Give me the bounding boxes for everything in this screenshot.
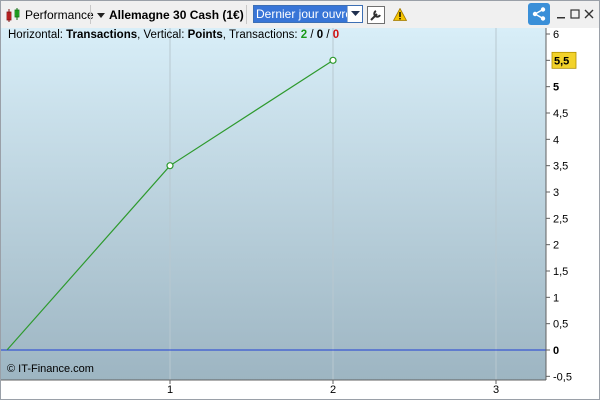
horizontal-value: Transactions [66, 29, 138, 41]
vertical-value: Points [187, 29, 223, 41]
y-tick-label: 2,5 [553, 213, 568, 225]
caret-down-icon [97, 12, 105, 18]
data-point[interactable] [329, 56, 337, 64]
y-tick-label: 3,5 [553, 161, 568, 173]
instrument-selector[interactable]: Allemagne 30 Cash (1€) [96, 1, 244, 28]
x-tick-label: 2 [330, 384, 336, 396]
y-tick-label: 6 [553, 29, 559, 41]
slash-separator: / [323, 29, 333, 41]
instrument-label: Allemagne 30 Cash (1€) [109, 7, 244, 22]
chart-info-line: Horizontal: Transactions, Vertical: Poin… [8, 29, 339, 41]
period-selected-value: Dernier jour ouvré [254, 6, 347, 22]
y-tick-label: 0 [553, 345, 559, 357]
settings-button[interactable] [367, 1, 385, 28]
performance-chart[interactable]: 6 5,5 5 4,5 4 3,5 3 2,5 2 1,5 1 0,5 0 -0,5 1 2 3 [1, 28, 599, 399]
performance-window: Performance Allemagne 30 Cash (1€) Derni… [0, 0, 600, 400]
minimize-icon [557, 17, 565, 19]
chart-area[interactable]: 6 5,5 5 4,5 4 3,5 3 2,5 2 1,5 1 0,5 0 -0,5 1 2 3 Horizo… [1, 28, 599, 399]
x-axis-panel [1, 380, 546, 399]
toolbar-divider [90, 5, 91, 24]
chevron-down-icon[interactable] [347, 6, 362, 22]
transactions-prefix: , Transactions: [222, 29, 301, 41]
plot-background [1, 28, 546, 380]
period-dropdown[interactable]: Dernier jour ouvré [253, 5, 363, 23]
y-tick-label: 1 [553, 292, 559, 304]
y-tick-label: 4 [553, 134, 559, 146]
wrench-icon [367, 5, 385, 24]
current-value-label: 5,5 [554, 55, 569, 67]
minimize-button[interactable] [554, 7, 568, 21]
slash-separator: / [307, 29, 317, 41]
y-tick-label: 2 [553, 240, 559, 252]
close-icon [584, 9, 594, 19]
y-tick-label: -0,5 [553, 371, 572, 383]
x-tick-label: 1 [167, 384, 173, 396]
close-button[interactable] [582, 7, 596, 21]
candlestick-icon [6, 7, 20, 22]
warning-indicator[interactable] [393, 1, 407, 28]
maximize-button[interactable] [568, 7, 582, 21]
performance-button[interactable]: Performance [5, 1, 94, 28]
copyright-text: © IT-Finance.com [7, 363, 94, 375]
y-tick-label: 3 [553, 187, 559, 199]
lost-count: 0 [332, 29, 340, 41]
share-button[interactable] [528, 3, 550, 25]
toolbar-divider [246, 5, 247, 24]
toolbar: Performance Allemagne 30 Cash (1€) Derni… [1, 1, 599, 28]
y-tick-label: 4,5 [553, 108, 568, 120]
horizontal-prefix: Horizontal: [8, 29, 67, 41]
y-tick-label: 1,5 [553, 266, 568, 278]
maximize-icon [570, 9, 580, 19]
performance-label: Performance [25, 7, 94, 22]
data-point[interactable] [166, 162, 174, 170]
y-tick-label: 0,5 [553, 319, 568, 331]
x-tick-label: 3 [493, 384, 499, 396]
vertical-prefix: , Vertical: [137, 29, 188, 41]
warning-icon [393, 8, 407, 21]
share-icon [532, 7, 546, 21]
y-tick-label: 5 [553, 82, 559, 94]
